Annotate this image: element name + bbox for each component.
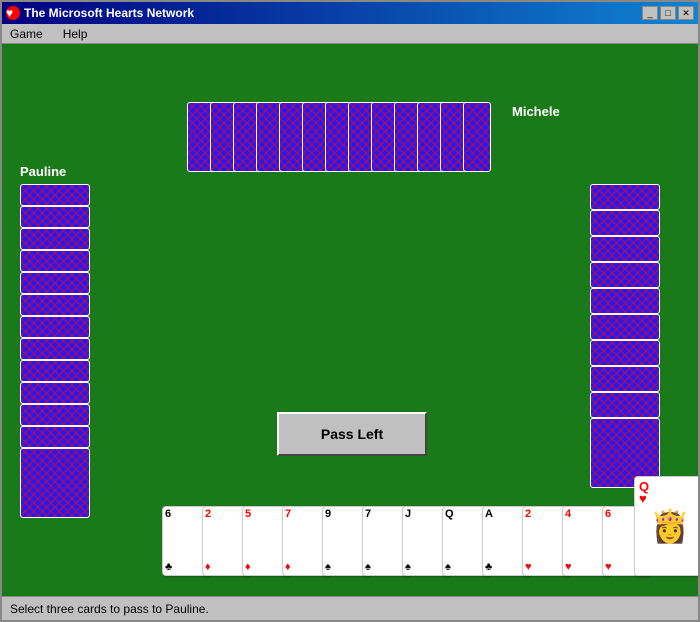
left-card-7 [20, 338, 90, 360]
right-card-0 [590, 184, 660, 210]
right-card-5 [590, 314, 660, 340]
close-button[interactable]: ✕ [678, 6, 694, 20]
left-card-8 [20, 360, 90, 382]
left-card-2 [20, 228, 90, 250]
window-title: The Microsoft Hearts Network [24, 6, 194, 20]
top-card-stack [187, 102, 507, 182]
top-card-12 [463, 102, 491, 172]
left-card-0 [20, 184, 90, 206]
window: ♥ The Microsoft Hearts Network _ □ ✕ Gam… [0, 0, 700, 622]
hand-card-queen-hearts[interactable]: Q ♥ 👸 [634, 476, 698, 576]
left-card-10 [20, 404, 90, 426]
menu-game[interactable]: Game [6, 27, 47, 41]
maximize-button[interactable]: □ [660, 6, 676, 20]
title-bar-left: ♥ The Microsoft Hearts Network [6, 6, 194, 20]
left-card-3 [20, 250, 90, 272]
left-card-11 [20, 426, 90, 448]
left-card-4 [20, 272, 90, 294]
game-area: Michele Pauline Ben Tiff Pass Left 6 ♣ 2… [2, 44, 698, 596]
left-card-5 [20, 294, 90, 316]
right-card-8 [590, 392, 660, 418]
player-name-michele: Michele [512, 104, 560, 119]
status-bar: Select three cards to pass to Pauline. [2, 596, 698, 620]
right-card-4 [590, 288, 660, 314]
right-card-2 [590, 236, 660, 262]
player-name-pauline: Pauline [20, 164, 66, 179]
menu-bar: Game Help [2, 24, 698, 44]
right-card-6 [590, 340, 660, 366]
title-bar-controls: _ □ ✕ [642, 6, 694, 20]
right-card-1 [590, 210, 660, 236]
menu-help[interactable]: Help [59, 27, 92, 41]
right-card-3 [590, 262, 660, 288]
left-card-12 [20, 448, 90, 518]
pass-left-button[interactable]: Pass Left [277, 412, 427, 456]
left-card-1 [20, 206, 90, 228]
title-bar: ♥ The Microsoft Hearts Network _ □ ✕ [2, 2, 698, 24]
hearts-icon: ♥ [6, 6, 20, 20]
minimize-button[interactable]: _ [642, 6, 658, 20]
left-card-stack [20, 184, 110, 524]
right-card-stack [590, 184, 680, 524]
left-card-6 [20, 316, 90, 338]
right-card-7 [590, 366, 660, 392]
status-message: Select three cards to pass to Pauline. [10, 602, 209, 616]
hand-area: 6 ♣ 2 ♦ 5 ♦ 7 ♦ 9 ♠ 7 ♠ J ♠ Q ♠ A ♣ 2 ♥ [162, 476, 698, 576]
left-card-9 [20, 382, 90, 404]
